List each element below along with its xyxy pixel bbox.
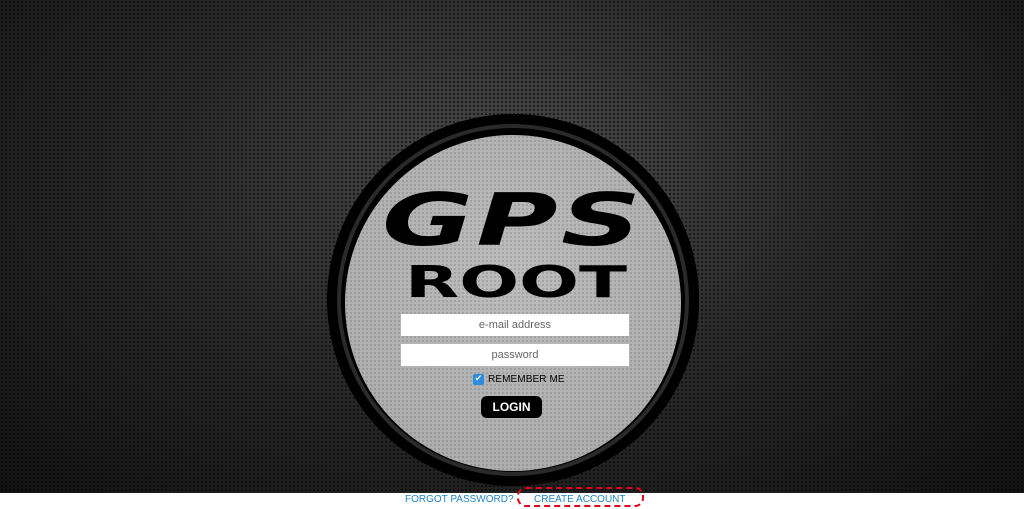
background-panel: GPS ROOT xyxy=(0,0,1024,493)
create-account-link[interactable]: CREATE ACCOUNT xyxy=(534,494,626,505)
footer-links: FORGOT PASSWORD? CREATE ACCOUNT xyxy=(0,493,1024,509)
password-field[interactable] xyxy=(401,344,629,366)
email-field[interactable] xyxy=(401,314,629,336)
login-page: GPS ROOT ✔ REMEMBER ME LOGIN FORGOT PASS… xyxy=(0,0,1024,509)
remember-me-label: REMEMBER ME xyxy=(488,374,565,385)
logo-text-root: ROOT xyxy=(405,257,627,305)
check-icon[interactable]: ✔ xyxy=(473,374,484,385)
logo-text-gps: GPS xyxy=(382,185,644,262)
gps-root-logo: GPS ROOT xyxy=(382,185,644,305)
login-button[interactable]: LOGIN xyxy=(481,396,542,418)
remember-me-checkbox[interactable]: ✔ REMEMBER ME xyxy=(473,373,565,386)
forgot-password-link[interactable]: FORGOT PASSWORD? xyxy=(405,494,514,505)
